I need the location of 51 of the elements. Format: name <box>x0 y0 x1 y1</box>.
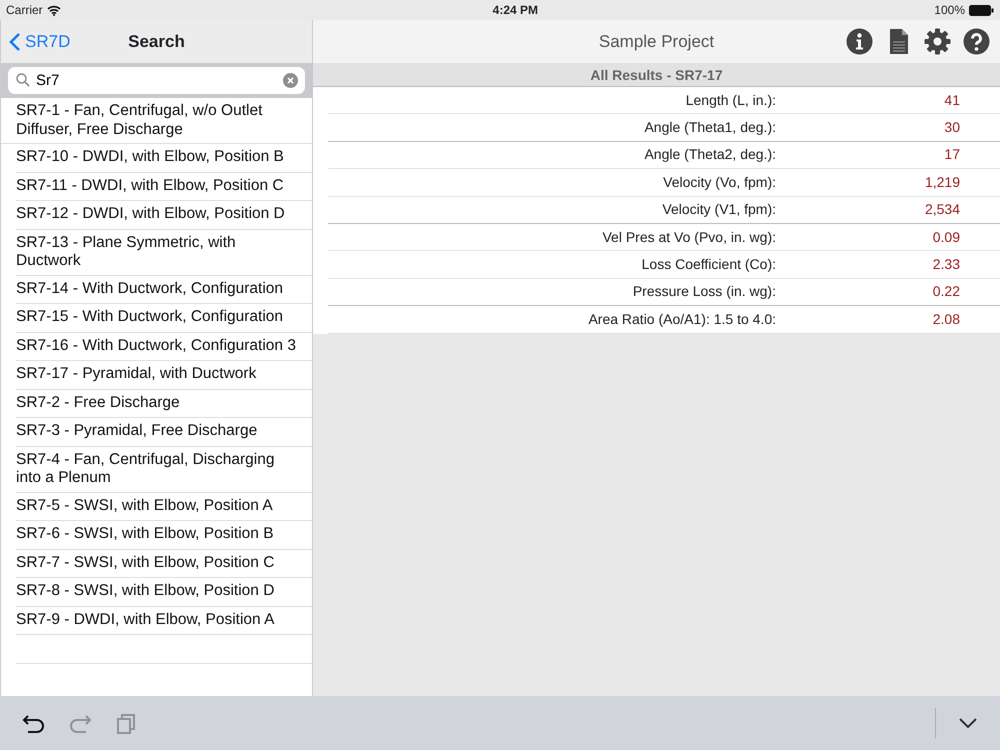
result-label: Velocity (Vo, fpm): <box>662 172 776 192</box>
result-label: Angle (Theta2, deg.): <box>643 145 776 164</box>
info-icon[interactable] <box>846 28 873 55</box>
result-label: Velocity (V1, fpm): <box>661 200 776 220</box>
result-value: 0.22 <box>932 282 960 302</box>
search-icon <box>16 73 30 87</box>
settings-icon[interactable] <box>924 28 951 55</box>
project-title: Sample Project <box>598 32 714 51</box>
section-header: All Results - SR7-17 <box>313 63 1000 87</box>
chevron-down-icon[interactable] <box>958 717 978 729</box>
list-item[interactable]: SR7-14 - With Ductwork, Configuration <box>16 276 312 304</box>
list-item[interactable]: SR7-12 - DWDI, with Elbow, Position D <box>16 201 312 230</box>
result-value: 30 <box>943 118 960 138</box>
result-label: Angle (Theta1, deg.): <box>643 118 776 138</box>
result-value: 2.33 <box>932 255 960 274</box>
clear-icon[interactable] <box>283 73 298 88</box>
list-item[interactable]: SR7-16 - With Ductwork, Configuration 3 <box>16 332 312 361</box>
list-item[interactable]: SR7-10 - DWDI, with Elbow, Position B <box>16 144 312 172</box>
result-value: 0.09 <box>932 228 960 247</box>
result-label: Loss Coefficient (Co): <box>640 255 776 274</box>
search-field[interactable]: Sr7 <box>8 67 305 94</box>
list-item[interactable]: SR7-7 - SWSI, with Elbow, Position C <box>16 550 312 578</box>
chevron-left-icon <box>9 32 21 52</box>
result-value: 1,219 <box>924 172 960 192</box>
nav-title: Search <box>128 32 185 51</box>
list-item[interactable]: SR7-8 - SWSI, with Elbow, Position D <box>16 578 312 606</box>
result-value: 2.08 <box>932 310 960 329</box>
result-label: Vel Pres at Vo (Pvo, in. wg): <box>601 228 776 247</box>
list-item[interactable]: SR7-2 - Free Discharge <box>16 390 312 418</box>
list-item[interactable]: SR7-13 - Plane Symmetric, with Ductwork <box>16 230 312 276</box>
list-item[interactable]: SR7-6 - SWSI, with Elbow, Position B <box>16 521 312 550</box>
list-item[interactable]: SR7-9 - DWDI, with Elbow, Position A <box>16 606 312 635</box>
carrier-label: Carrier <box>6 2 43 19</box>
list-item[interactable]: SR7-1 - Fan, Centrifugal, w/o Outlet Diffuser, Free Discharge <box>1 98 312 144</box>
battery-label: 100% <box>934 2 965 19</box>
help-icon[interactable] <box>963 28 990 55</box>
list-item[interactable]: SR7-11 - DWDI, with Elbow, Position C <box>16 172 312 201</box>
list-item[interactable]: SR7-3 - Pyramidal, Free Discharge <box>16 418 312 446</box>
result-label: Area Ratio (Ao/A1): 1.5 to 4.0: <box>587 310 776 329</box>
clock-label: 4:24 PM <box>492 2 538 19</box>
battery-icon <box>969 4 994 16</box>
result-value: 2,534 <box>924 200 960 220</box>
result-value: 41 <box>943 90 960 110</box>
result-value: 17 <box>943 145 960 164</box>
list-item[interactable]: SR7-5 - SWSI, with Elbow, Position A <box>16 492 312 521</box>
wifi-icon <box>46 4 61 16</box>
list-item[interactable]: SR7-17 - Pyramidal, with Ductwork <box>16 361 312 390</box>
list-item[interactable]: SR7-15 - With Ductwork, Configuration <box>16 304 312 332</box>
result-label: Length (L, in.): <box>684 90 776 110</box>
result-label: Pressure Loss (in. wg): <box>632 282 776 302</box>
list-item[interactable]: SR7-4 - Fan, Centrifugal, Discharging into a Plenum <box>16 446 312 492</box>
